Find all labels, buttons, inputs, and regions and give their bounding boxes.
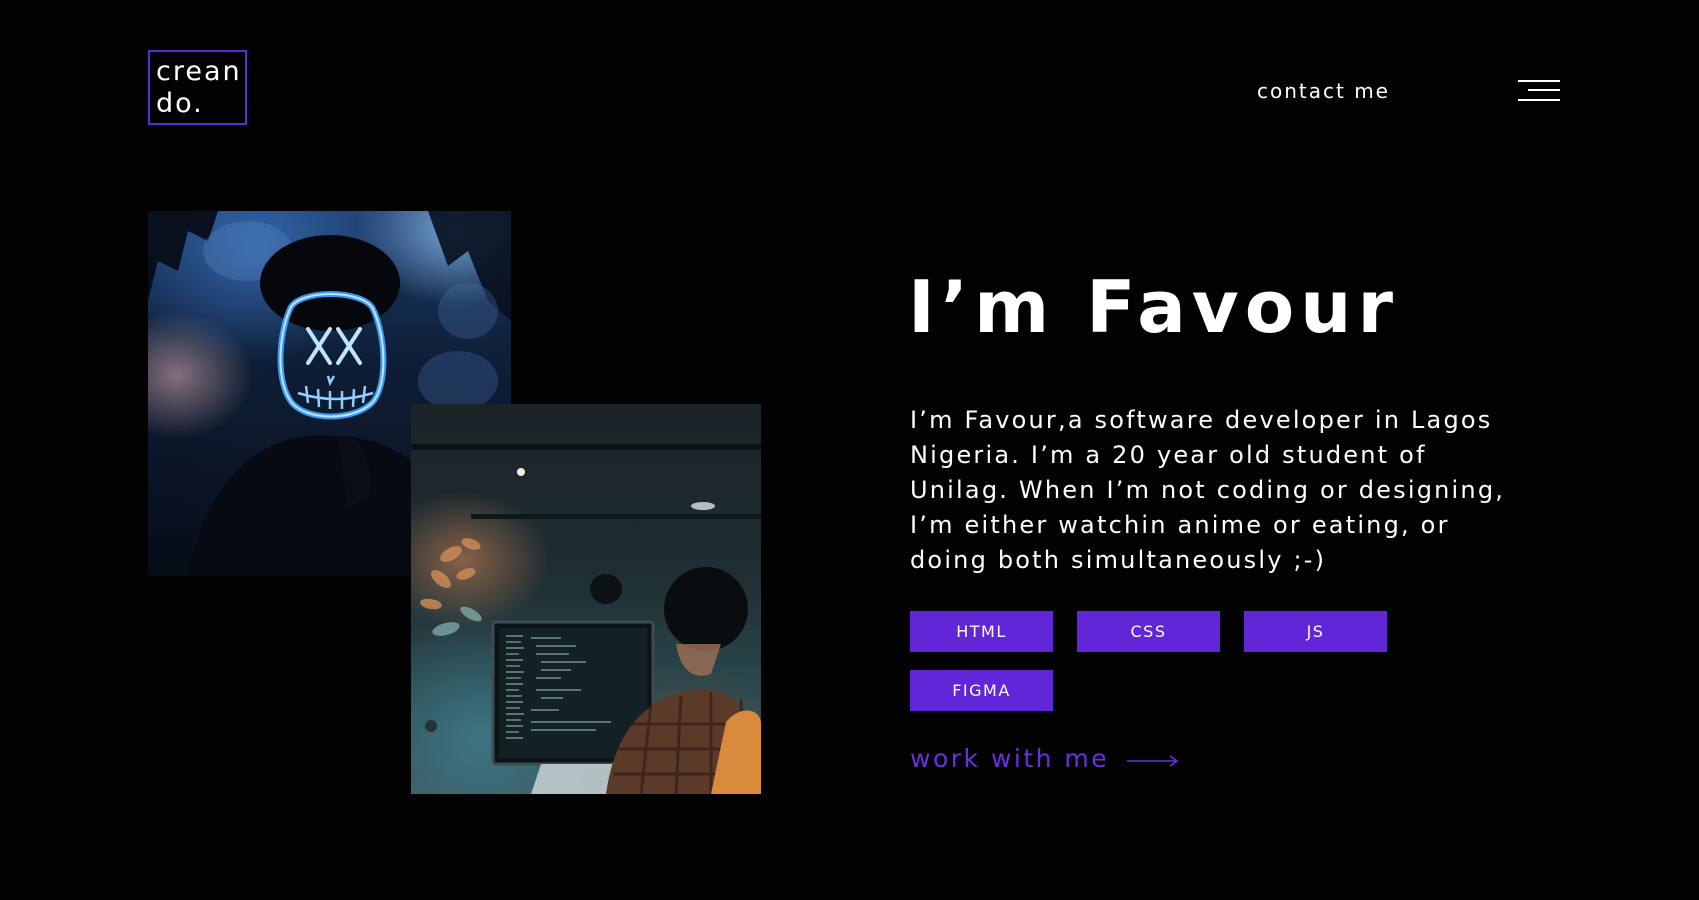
work-with-me-link[interactable]: work with me: [910, 744, 1179, 773]
logo-line-1: crean: [156, 56, 242, 87]
logo-line-2: do.: [156, 88, 204, 119]
menu-bar-top: [1518, 80, 1560, 82]
developer-desk-illustration: [411, 444, 761, 794]
menu-bar-bottom: [1518, 99, 1560, 101]
hamburger-menu-icon[interactable]: [1518, 78, 1560, 104]
logo[interactable]: crean do.: [148, 50, 247, 125]
skill-tag-figma[interactable]: FIGMA: [910, 670, 1053, 711]
developer-desk-photo: [411, 404, 761, 794]
menu-bar-middle: [1528, 89, 1560, 91]
skill-tag-css[interactable]: CSS: [1077, 611, 1220, 652]
skill-tag-js[interactable]: JS: [1244, 611, 1387, 652]
skill-tag-html[interactable]: HTML: [910, 611, 1053, 652]
hero-title: I’m Favour: [908, 265, 1399, 349]
arrow-right-icon: [1127, 754, 1179, 767]
work-with-me-label: work with me: [910, 744, 1110, 773]
portfolio-page: crean do. contact me I’m Favour I’m Favo…: [0, 0, 1699, 900]
contact-me-link[interactable]: contact me: [1257, 79, 1390, 103]
hero-bio: I’m Favour,a software developer in Lagos…: [910, 406, 1506, 574]
